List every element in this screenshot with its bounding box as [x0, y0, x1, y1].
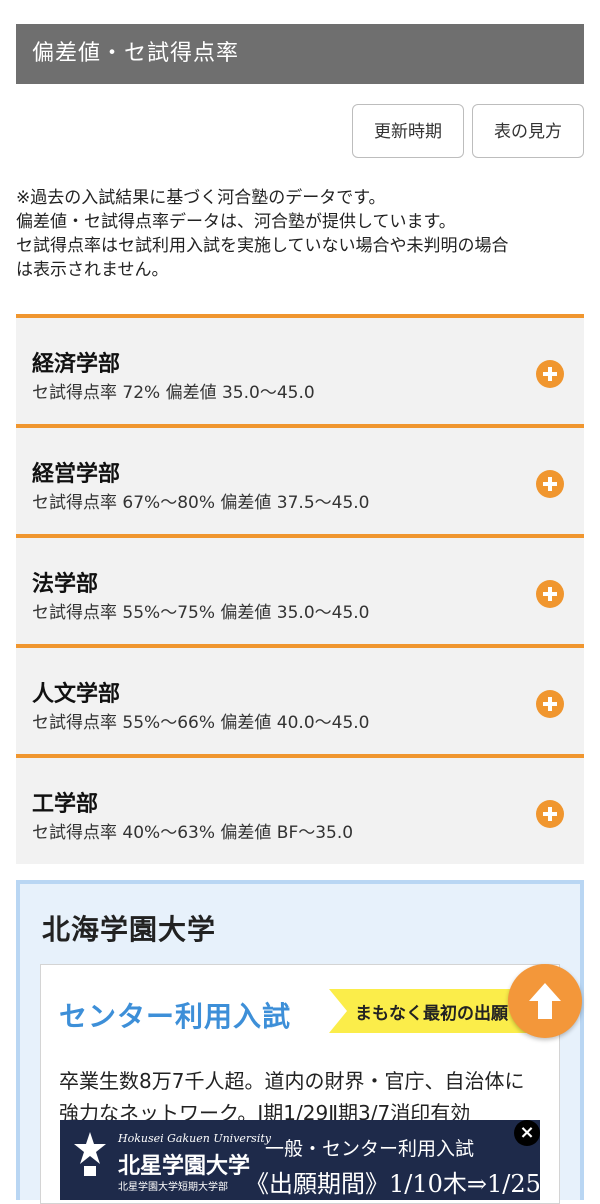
close-banner-icon[interactable]: ×: [514, 1120, 540, 1146]
expand-plus-icon[interactable]: [536, 580, 564, 608]
ad-banner[interactable]: Hokusei Gakuen University 北星学園大学 北星学園大学短…: [60, 1120, 540, 1200]
note-line: セ試得点率はセ試利用入試を実施していない場合や未判明の場合: [16, 236, 509, 256]
section-header: 偏差値・セ試得点率: [16, 24, 584, 84]
faculty-item-law[interactable]: 法学部 セ試得点率 55%〜75% 偏差値 35.0〜45.0: [16, 534, 584, 644]
banner-university-name: 北星学園大学: [118, 1154, 251, 1179]
faculty-item-engineering[interactable]: 工学部 セ試得点率 40%〜63% 偏差値 BF〜35.0: [16, 754, 584, 864]
faculty-stats: セ試得点率 72% 偏差値 35.0〜45.0: [32, 383, 315, 403]
promo-university-name: 北海学園大学: [42, 913, 217, 946]
faculty-stats: セ試得点率 67%〜80% 偏差値 37.5〜45.0: [32, 493, 370, 513]
expand-plus-icon[interactable]: [536, 360, 564, 388]
note-line: ※過去の入試結果に基づく河合塾のデータです。: [16, 188, 386, 208]
expand-plus-icon[interactable]: [536, 470, 564, 498]
expand-plus-icon[interactable]: [536, 800, 564, 828]
faculty-name: 経済学部: [32, 352, 121, 377]
faculty-stats: セ試得点率 55%〜66% 偏差値 40.0〜45.0: [32, 713, 370, 733]
deadline-badge-label: まもなく最初の出願: [355, 1004, 508, 1024]
faculty-stats: セ試得点率 55%〜75% 偏差値 35.0〜45.0: [32, 603, 370, 623]
expand-plus-icon[interactable]: [536, 690, 564, 718]
faculty-item-economics[interactable]: 経済学部 セ試得点率 72% 偏差値 35.0〜45.0: [16, 314, 584, 424]
update-timing-button[interactable]: 更新時期: [352, 104, 464, 158]
faculty-name: 工学部: [32, 792, 99, 817]
banner-exam-type: 一般・センター利用入試: [265, 1138, 475, 1160]
arrow-up-icon: [529, 983, 561, 1019]
scroll-to-top-button[interactable]: [508, 964, 582, 1038]
note-line: は表示されません。: [16, 260, 169, 280]
faculty-stats: セ試得点率 40%〜63% 偏差値 BF〜35.0: [32, 823, 354, 843]
banner-subname: 北星学園大学短期大学部: [118, 1182, 228, 1193]
banner-english-name: Hokusei Gakuen University: [118, 1132, 271, 1145]
faculty-name: 経営学部: [32, 462, 121, 487]
faculty-name: 人文学部: [32, 682, 121, 707]
note-line: 偏差値・セ試得点率データは、河合塾が提供しています。: [16, 212, 456, 232]
university-logo-icon: [74, 1132, 106, 1176]
notes: ※過去の入試結果に基づく河合塾のデータです。 偏差値・セ試得点率データは、河合塾…: [16, 186, 584, 282]
promo-card-title: センター利用入試: [59, 1000, 292, 1033]
banner-application-period: 《出願期間》1/10木⇒1/25金: [245, 1170, 540, 1198]
faculty-list: 経済学部 セ試得点率 72% 偏差値 35.0〜45.0 経営学部 セ試得点率 …: [16, 314, 584, 864]
faculty-item-humanities[interactable]: 人文学部 セ試得点率 55%〜66% 偏差値 40.0〜45.0: [16, 644, 584, 754]
table-guide-button[interactable]: 表の見方: [472, 104, 584, 158]
faculty-name: 法学部: [32, 572, 99, 597]
faculty-item-management[interactable]: 経営学部 セ試得点率 67%〜80% 偏差値 37.5〜45.0: [16, 424, 584, 534]
